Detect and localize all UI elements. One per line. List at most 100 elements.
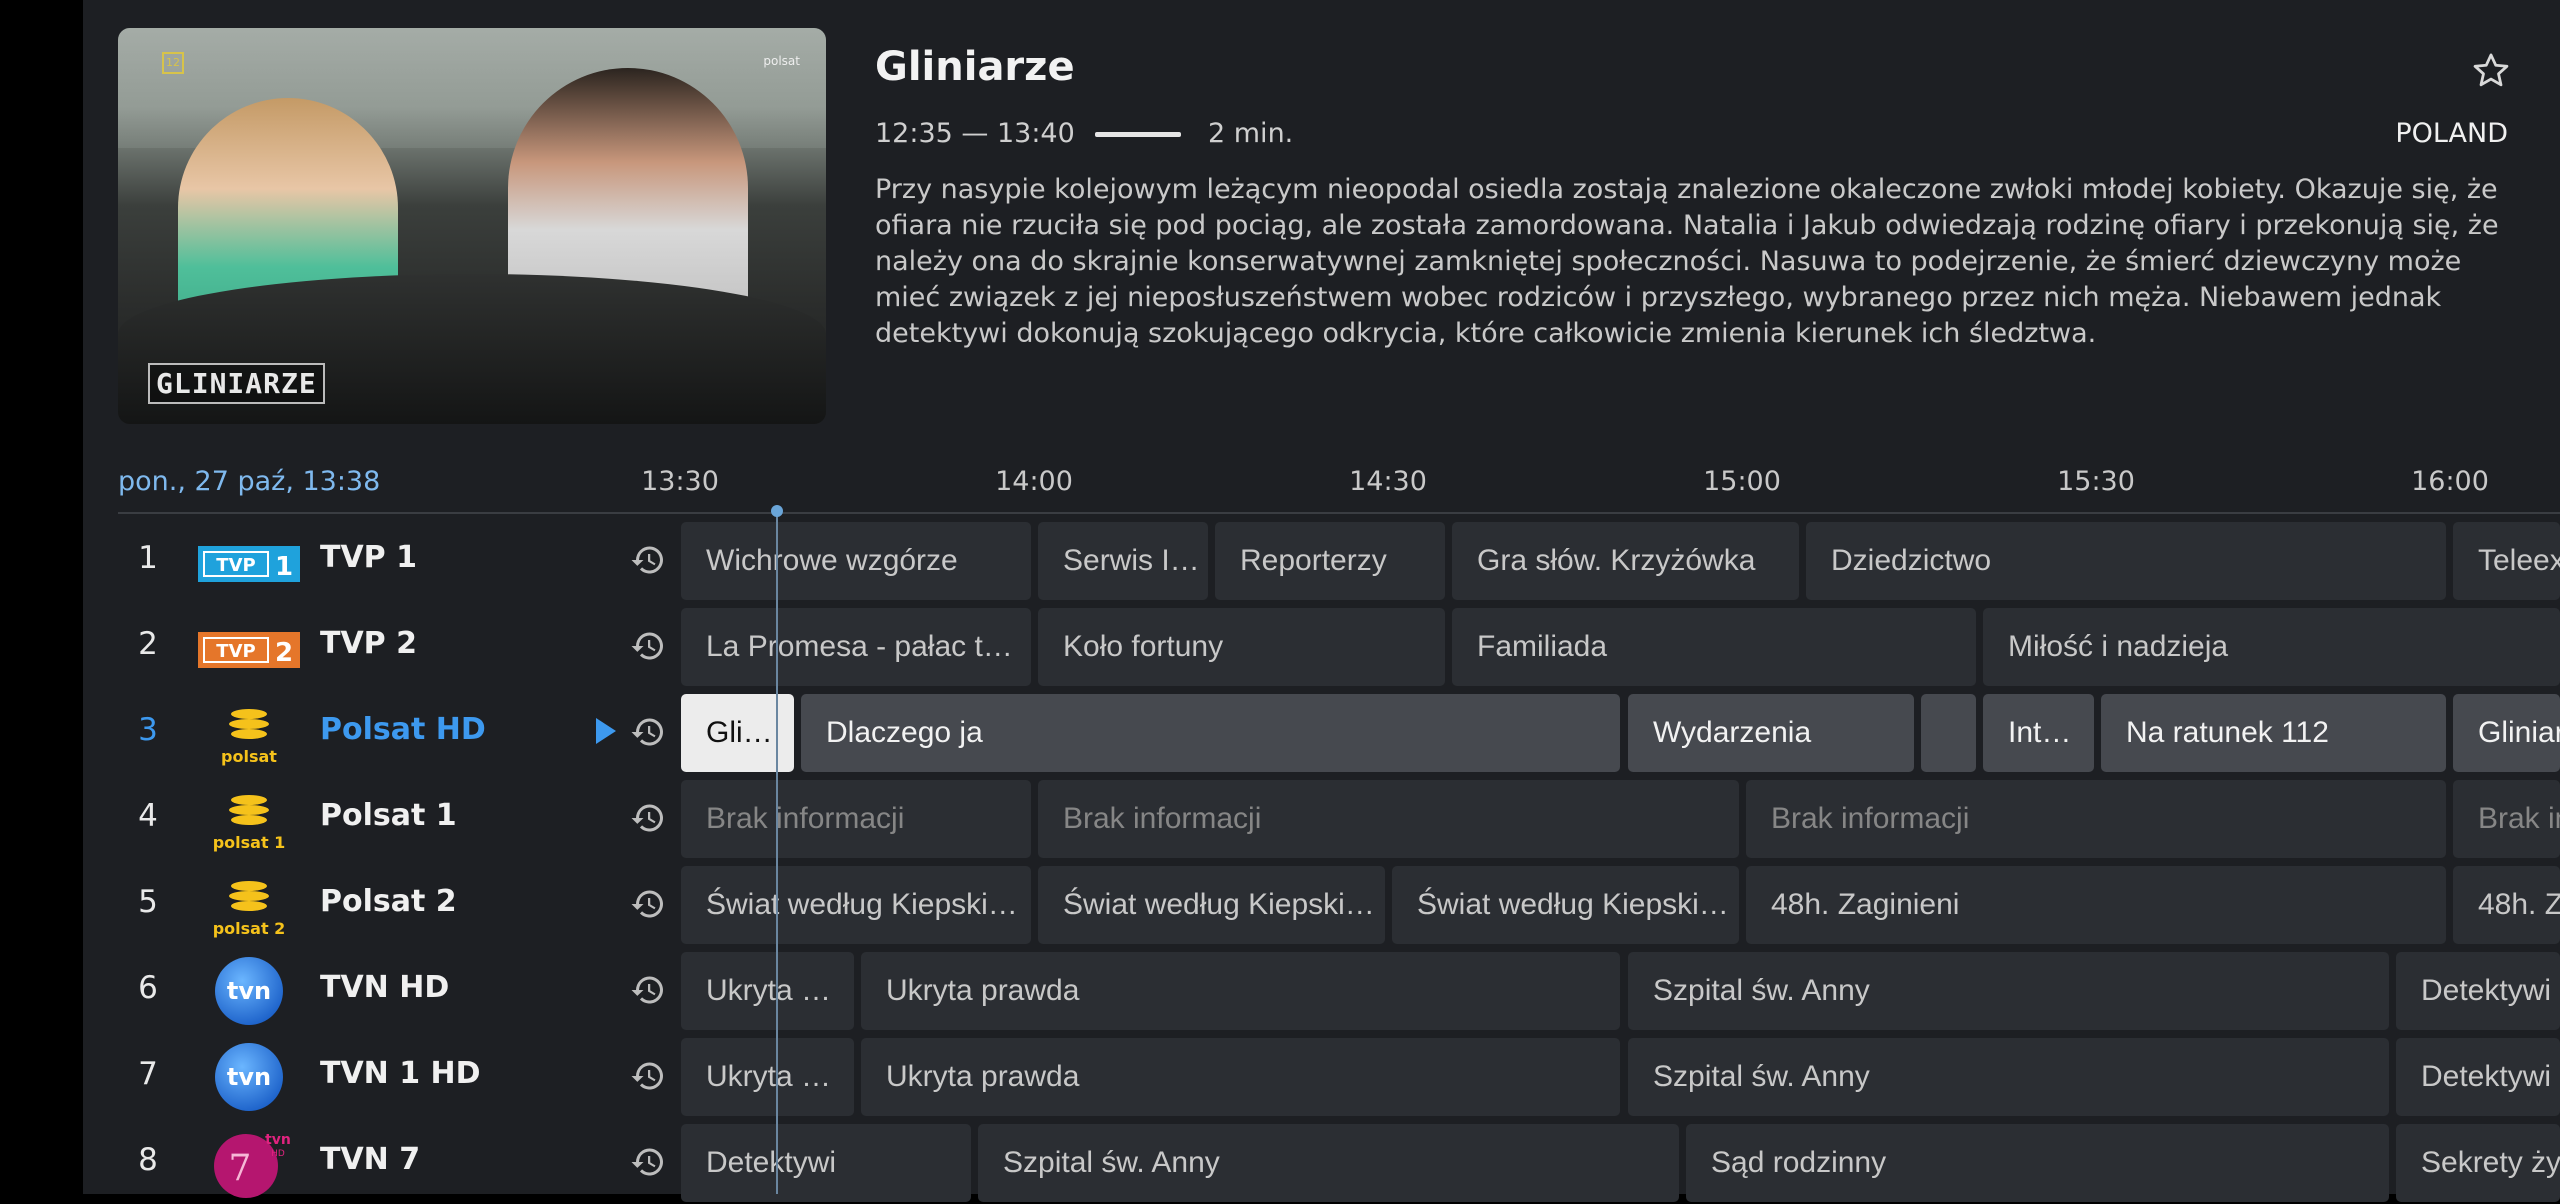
channel-name: Polsat 1 [320,798,457,833]
program-cell[interactable]: Brak in [2453,780,2560,858]
channel-row-active: 3 polsat Polsat HD Gli… Dlaczego ja Wyda… [118,692,2560,774]
program-cell[interactable]: Dziedzictwo [1806,522,2446,600]
svg-text:1: 1 [275,552,293,582]
history-icon[interactable] [630,886,666,922]
history-icon[interactable] [630,1058,666,1094]
program-description: Przy nasypie kolejowym leżącym nieopodal… [875,174,2499,349]
polsat-logo: polsat [221,709,277,766]
svg-text:TVP: TVP [216,555,255,576]
channel-row: 8 7 tvn HD TVN 7 Detektywi Szpital św. A… [118,1122,2560,1204]
program-cell[interactable]: La Promesa - pałac t… [681,608,1031,686]
history-icon[interactable] [630,972,666,1008]
svg-text:7: 7 [229,1148,252,1189]
time-tick: 15:30 [2057,466,2135,497]
program-cell[interactable]: 48h. Z [2453,866,2560,944]
time-tick: 15:00 [1703,466,1781,497]
program-cell[interactable]: Brak informacji [681,780,1031,858]
time-tick: 14:30 [1349,466,1427,497]
program-cell[interactable]: Dlaczego ja [801,694,1620,772]
program-cell[interactable]: Szpital św. Anny [978,1124,1679,1202]
program-cell[interactable]: Int… [1983,694,2094,772]
channel-name: TVP 2 [320,626,417,661]
program-remaining: 2 min. [1208,118,1294,149]
program-cell[interactable]: Szpital św. Anny [1628,1038,2389,1116]
program-cell[interactable]: Wichrowe wzgórze [681,522,1031,600]
history-icon[interactable] [630,800,666,836]
channel-number: 5 [138,884,158,920]
channel-row: 6 tvn TVN HD Ukryta … Ukryta prawda Szpi… [118,950,2560,1032]
program-cell[interactable]: 48h. Zaginieni [1746,866,2446,944]
program-cell[interactable]: Miłość i nadzieja [1983,608,2560,686]
channel-row: 7 tvn TVN 1 HD Ukryta … Ukryta prawda Sz… [118,1036,2560,1118]
program-cell[interactable]: Świat według Kiepski… [1392,866,1739,944]
channel-name: Polsat 2 [320,884,457,919]
history-icon[interactable] [630,542,666,578]
history-icon[interactable] [630,628,666,664]
program-cell[interactable]: Ukryta … [681,1038,854,1116]
svg-text:tvn: tvn [265,1132,291,1148]
program-cell[interactable]: Gliniar [2453,694,2560,772]
tvp2-logo: TVP 2 [198,632,300,668]
polsat2-logo: polsat 2 [213,881,286,938]
program-cell[interactable]: Gra słów. Krzyżówka [1452,522,1799,600]
svg-text:polsat 2: polsat 2 [213,919,286,938]
channel-row: 5 polsat 2 Polsat 2 Świat według Kiepski… [118,864,2560,946]
program-cell[interactable]: Detektywi [2396,952,2560,1030]
current-datetime: pon., 27 paź, 13:38 [118,466,381,497]
history-icon[interactable] [630,714,666,750]
program-cell[interactable]: Koło fortuny [1038,608,1445,686]
program-cell[interactable]: Brak informacji [1038,780,1739,858]
channel-row: 1 TVP 1 TVP 1 Wichrowe wzgórze Serwis I…… [118,520,2560,602]
svg-text:HD: HD [271,1149,285,1159]
polsat1-logo: polsat 1 [213,795,286,852]
tvn-logo: tvn [215,957,283,1025]
channel-name: TVN 1 HD [320,1056,481,1091]
program-cell[interactable]: Ukryta prawda [861,952,1620,1030]
program-cell[interactable]: Serwis I… [1038,522,1208,600]
channel-row: 4 polsat 1 Polsat 1 Brak informacji Brak… [118,778,2560,860]
svg-text:tvn: tvn [227,1063,271,1091]
channel-number: 8 [138,1142,158,1178]
play-icon [596,718,616,744]
time-tick: 16:00 [2411,466,2489,497]
program-cell[interactable]: Ukryta prawda [861,1038,1620,1116]
channel-name: TVP 1 [320,540,417,575]
channel-number: 4 [138,798,158,834]
program-cell[interactable]: Wydarzenia [1628,694,1914,772]
channel-number: 3 [138,712,158,748]
program-cell[interactable]: Sekrety życ [2396,1124,2560,1202]
tvn1-logo: tvn [215,1043,283,1111]
svg-text:TVP: TVP [216,641,255,662]
program-cell[interactable]: Detektywi [681,1124,971,1202]
channel-name: TVN 7 [320,1142,421,1177]
program-cell[interactable]: Szpital św. Anny [1628,952,2389,1030]
program-progress-bar [1095,132,1181,137]
program-preview[interactable]: 12 polsat GLINIARZE [118,28,826,424]
preview-show-logo: GLINIARZE [148,363,325,404]
program-cell[interactable]: Brak informacji [1746,780,2446,858]
star-outline-icon[interactable] [2470,50,2512,92]
program-cell[interactable]: Świat według Kiepski… [1038,866,1385,944]
program-cell[interactable] [1921,694,1976,772]
program-cell[interactable]: Familiada [1452,608,1976,686]
channel-number: 6 [138,970,158,1006]
current-time-marker [771,505,783,517]
time-tick: 13:30 [641,466,719,497]
program-cell[interactable]: Detektywi [2396,1038,2560,1116]
program-cell[interactable]: Sąd rodzinny [1686,1124,2389,1202]
program-cell[interactable]: Ukryta … [681,952,854,1030]
timeline-divider [118,512,2560,514]
preview-channel-watermark: polsat [763,54,800,68]
age-rating-badge: 12 [162,52,184,74]
svg-text:2: 2 [275,638,293,668]
program-cell[interactable]: Świat według Kiepski… [681,866,1031,944]
history-icon[interactable] [630,1144,666,1180]
program-cell[interactable]: Teleex [2453,522,2560,600]
program-time: 12:35 — 13:40 [875,118,1075,149]
program-cell[interactable]: Reporterzy [1215,522,1445,600]
channel-number: 7 [138,1056,158,1092]
current-time-line [776,512,778,1194]
program-cell[interactable]: Na ratunek 112 [2101,694,2446,772]
svg-text:polsat 1: polsat 1 [213,833,286,852]
tvn7-logo: 7 tvn HD [214,1132,291,1198]
